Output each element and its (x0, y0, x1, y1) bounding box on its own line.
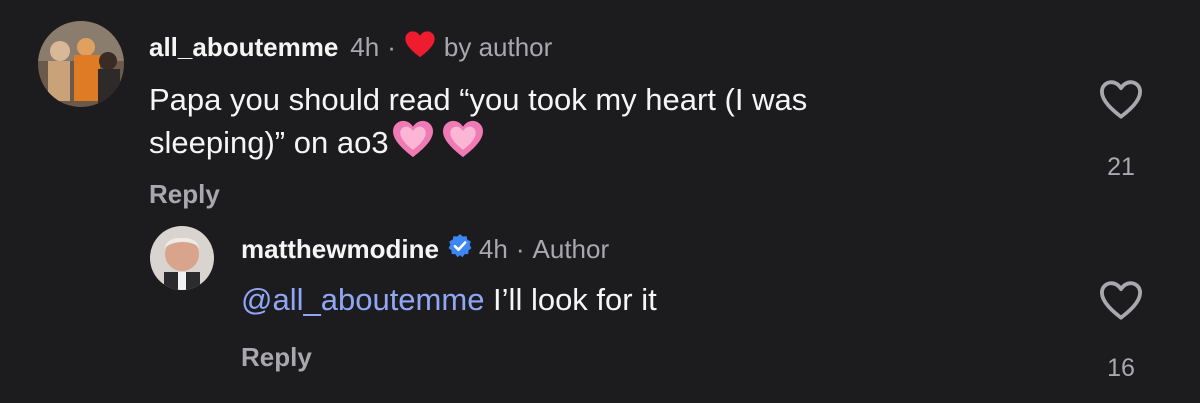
comment-body: I’ll look for it (484, 282, 657, 317)
separator: · (515, 234, 525, 264)
like-count: 16 (1107, 354, 1135, 382)
comment-header: matthewmodine 4h · Author (241, 233, 609, 266)
username[interactable]: matthewmodine (241, 234, 439, 265)
heart-outline-icon[interactable] (1091, 279, 1151, 326)
avatar[interactable] (150, 226, 214, 290)
verified-badge-icon (447, 233, 473, 266)
comment-header: all_aboutemme 4h · by author (149, 30, 552, 65)
author-label: Author (532, 234, 610, 264)
username[interactable]: all_aboutemme (149, 32, 338, 63)
separator: · (387, 32, 396, 62)
heart-outline-icon[interactable] (1091, 78, 1151, 125)
avatar-image (150, 226, 214, 290)
pink-heart-emoji (441, 119, 485, 168)
timestamp: 4h (478, 234, 508, 264)
liked-by-author-label: by author (443, 32, 553, 62)
avatar[interactable] (38, 21, 124, 107)
heart-filled-icon (404, 30, 436, 65)
like-count: 21 (1107, 153, 1135, 181)
reply-button[interactable]: Reply (241, 342, 312, 373)
pink-heart-emoji (391, 119, 435, 168)
timestamp: 4h (350, 32, 380, 62)
like-area: 21 (1091, 78, 1151, 182)
like-area: 16 (1091, 279, 1151, 383)
comment-text: @all_aboutemme I’ll look for it (241, 280, 1001, 319)
mention-link[interactable]: @all_aboutemme (241, 282, 484, 317)
avatar-image (38, 21, 124, 107)
comment-text: Papa you should read “you took my heart … (149, 80, 949, 169)
reply-button[interactable]: Reply (149, 179, 220, 210)
